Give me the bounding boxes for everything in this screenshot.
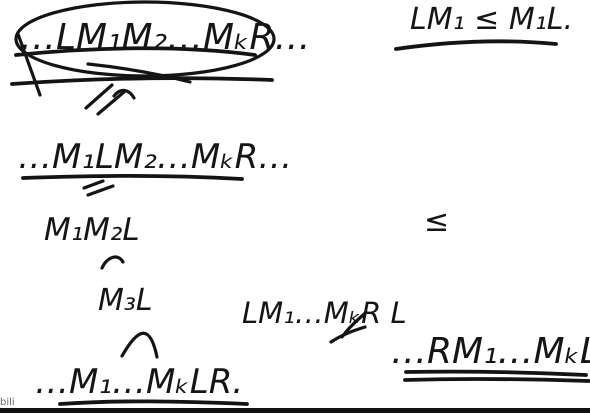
fourth-line-expression: M₃L [98, 283, 153, 318]
middle-right-expression: LM₁…MₖR L [242, 296, 407, 330]
top-left-expression: …LM₁M₂…MₖR… [20, 17, 310, 58]
top-right-underline [394, 39, 558, 51]
bottom-right-underline-2 [403, 377, 590, 383]
bottom-right-expression: …RM₁…MₖL [391, 331, 590, 372]
bottom-line-underline [58, 399, 249, 406]
bottom-border [0, 408, 590, 413]
second-line-underline [21, 173, 244, 181]
second-line-marker [82, 179, 105, 190]
third-line-caret [100, 255, 125, 270]
bottom-line-expression: …M₁…MₖLR. [35, 362, 243, 402]
fourth-line-caret [120, 331, 159, 359]
top-left-underline-2 [10, 76, 274, 86]
handwriting-canvas: …LM₁M₂…MₖR… LM₁ ≤ M₁L. …M₁LM₂…MₖR… M₁M₂L… [0, 0, 590, 413]
corner-watermark: bili [0, 397, 15, 408]
top-right-inequality: LM₁ ≤ M₁L. [410, 2, 573, 37]
third-line-expression: M₁M₂L [44, 212, 140, 248]
handwriting-svg: …LM₁M₂…MₖR… LM₁ ≤ M₁L. …M₁LM₂…MₖR… M₁M₂L… [0, 0, 590, 408]
second-line-marker-2 [86, 184, 115, 197]
right-operator: ≤ [424, 204, 449, 239]
second-line-expression: …M₁LM₂…MₖR… [18, 137, 292, 177]
bottom-right-underline-1 [404, 369, 588, 377]
